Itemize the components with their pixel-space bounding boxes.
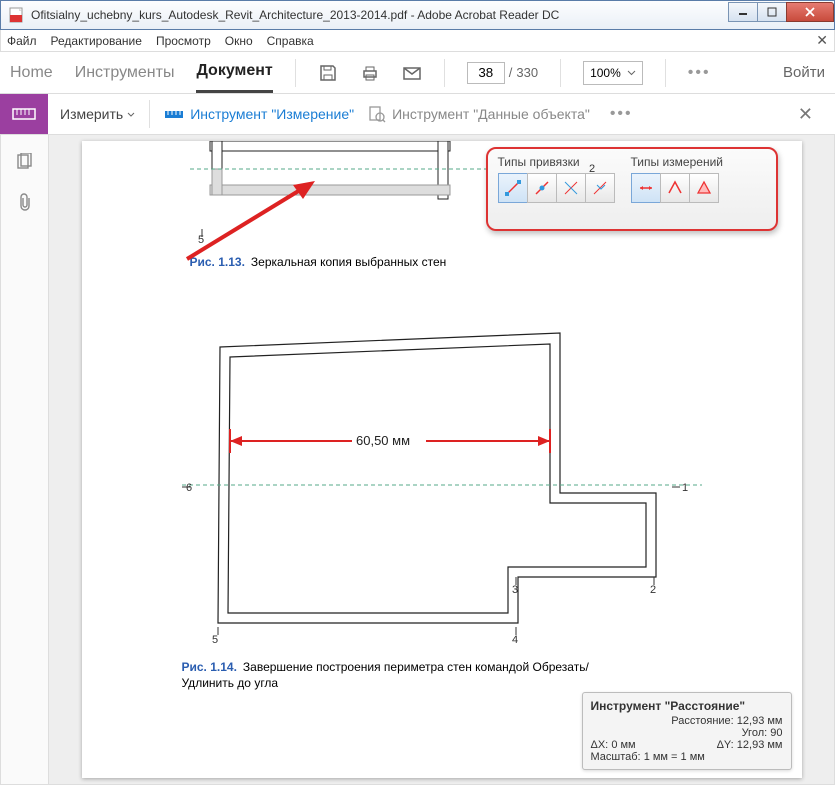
menu-window[interactable]: Окно [225, 34, 253, 48]
separator [665, 59, 666, 87]
scale-label: Масштаб: [591, 751, 641, 763]
zoom-value: 100% [590, 66, 621, 80]
attachments-icon[interactable] [17, 193, 33, 213]
measure-title: Типы измерений [631, 155, 723, 169]
menu-view[interactable]: Просмотр [156, 34, 211, 48]
menu-file[interactable]: Файл [7, 34, 37, 48]
document-body: 3 5 Рис. 1.13. Зеркальная копия выбранных… [0, 135, 835, 785]
snap-perpendicular-icon[interactable] [585, 173, 615, 203]
separator [560, 59, 561, 87]
close-measure-bar-icon[interactable]: ✕ [798, 104, 823, 125]
fig2-num: Рис. 1.14. [182, 660, 237, 674]
measure-distance-icon[interactable] [631, 173, 661, 203]
side-rail [1, 135, 49, 784]
more-tools-icon[interactable]: ••• [688, 64, 711, 82]
email-icon[interactable] [402, 64, 422, 82]
object-data-icon [368, 105, 386, 123]
menu-edit[interactable]: Редактирование [51, 34, 142, 48]
dim-label: 60,50 мм [356, 433, 410, 448]
signin-button[interactable]: Войти [783, 64, 825, 81]
measure-types-group: Типы измерений [631, 155, 723, 223]
fig1-text: Зеркальная копия выбранных стен [251, 255, 446, 269]
ruler-icon [164, 107, 184, 121]
dx-val: 0 мм [611, 739, 635, 751]
page-number-input[interactable] [467, 62, 505, 84]
fig1-label-5: 5 [198, 234, 204, 245]
fig2-label-5: 5 [212, 634, 218, 646]
fig2-label-6: 6 [186, 482, 192, 494]
measure-types-popup: Типы привязки Типы измерений [486, 147, 778, 231]
fig2-label-1: 1 [682, 482, 688, 494]
measure-area-icon[interactable] [689, 173, 719, 203]
window-maximize-button[interactable] [757, 2, 787, 22]
measure-label: Измерить [60, 106, 123, 122]
page-canvas[interactable]: 3 5 Рис. 1.13. Зеркальная копия выбранных… [49, 135, 834, 784]
window-close-button[interactable] [786, 2, 834, 22]
fig2-label-3: 3 [512, 584, 518, 596]
dist-label: Расстояние: [671, 715, 733, 727]
pdf-page: 3 5 Рис. 1.13. Зеркальная копия выбранных… [82, 141, 802, 778]
scale-val: 1 мм = 1 мм [644, 751, 705, 763]
snap-endpoint-icon[interactable] [498, 173, 528, 203]
measure-toolbar: Измерить Инструмент "Измерение" Инструме… [0, 94, 835, 135]
chevron-down-icon [627, 70, 636, 76]
tab-document[interactable]: Документ [196, 62, 272, 93]
main-toolbar: Home Инструменты Документ / 330 100% •••… [0, 52, 835, 94]
fig1-num: Рис. 1.13. [190, 255, 245, 269]
figure-1-13: 3 5 [190, 141, 520, 245]
menu-help[interactable]: Справка [267, 34, 314, 48]
snap-intersection-icon[interactable] [556, 173, 586, 203]
print-icon[interactable] [360, 63, 380, 83]
more-measure-icon[interactable]: ••• [610, 105, 633, 123]
snap-types-group: Типы привязки [498, 155, 615, 223]
snap-midpoint-icon[interactable] [527, 173, 557, 203]
window-minimize-button[interactable] [728, 2, 758, 22]
document-close-icon[interactable]: ✕ [816, 32, 828, 49]
chevron-down-icon [127, 112, 135, 117]
tab-tools[interactable]: Инструменты [75, 64, 175, 82]
tool-objdata-label: Инструмент "Данные объекта" [392, 106, 590, 122]
snap-title: Типы привязки [498, 155, 615, 169]
measure-category-icon[interactable] [0, 94, 48, 134]
angle-label: Угол: [742, 727, 768, 739]
tool-measure-button[interactable]: Инструмент "Измерение" [164, 106, 354, 122]
dy-val: 12,93 мм [737, 739, 783, 751]
dx-label: ΔX: [591, 739, 609, 751]
measure-perimeter-icon[interactable] [660, 173, 690, 203]
measure-dropdown[interactable]: Измерить [60, 106, 135, 122]
measure-info-tooltip: Инструмент "Расстояние" Расстояние: 12,9… [582, 692, 792, 770]
separator [295, 59, 296, 87]
pdf-file-icon [9, 7, 25, 23]
figure-1-14: 60,50 мм 6 1 3 2 5 4 [182, 327, 702, 647]
window-titlebar: Ofitsialny_uchebny_kurs_Autodesk_Revit_A… [0, 0, 835, 30]
fig1-label-2: 2 [589, 163, 595, 175]
page-total: 330 [516, 65, 538, 80]
thumbnails-icon[interactable] [16, 153, 34, 171]
page-sep: / [509, 65, 513, 80]
fig2-text: Завершение построения периметра стен ком… [182, 660, 589, 690]
angle-val: 90 [770, 727, 782, 739]
save-icon[interactable] [318, 63, 338, 83]
separator [444, 59, 445, 87]
figure-1-13-caption: Рис. 1.13. Зеркальная копия выбранных сте… [190, 255, 447, 269]
info-title: Инструмент "Расстояние" [591, 699, 783, 713]
tool-object-data-button[interactable]: Инструмент "Данные объекта" [368, 105, 590, 123]
menubar: Файл Редактирование Просмотр Окно Справк… [0, 30, 835, 52]
fig2-label-2: 2 [650, 584, 656, 596]
window-title: Ofitsialny_uchebny_kurs_Autodesk_Revit_A… [31, 8, 834, 22]
zoom-dropdown[interactable]: 100% [583, 61, 643, 85]
dist-val: 12,93 мм [737, 715, 783, 727]
figure-1-14-caption: Рис. 1.14.Завершение построения периметр… [182, 659, 602, 691]
page-nav: / 330 [467, 62, 538, 84]
fig2-label-4: 4 [512, 634, 518, 646]
separator [149, 100, 150, 128]
dy-label: ΔY: [717, 739, 734, 751]
tab-home[interactable]: Home [10, 64, 53, 82]
tool-measure-label: Инструмент "Измерение" [190, 106, 354, 122]
